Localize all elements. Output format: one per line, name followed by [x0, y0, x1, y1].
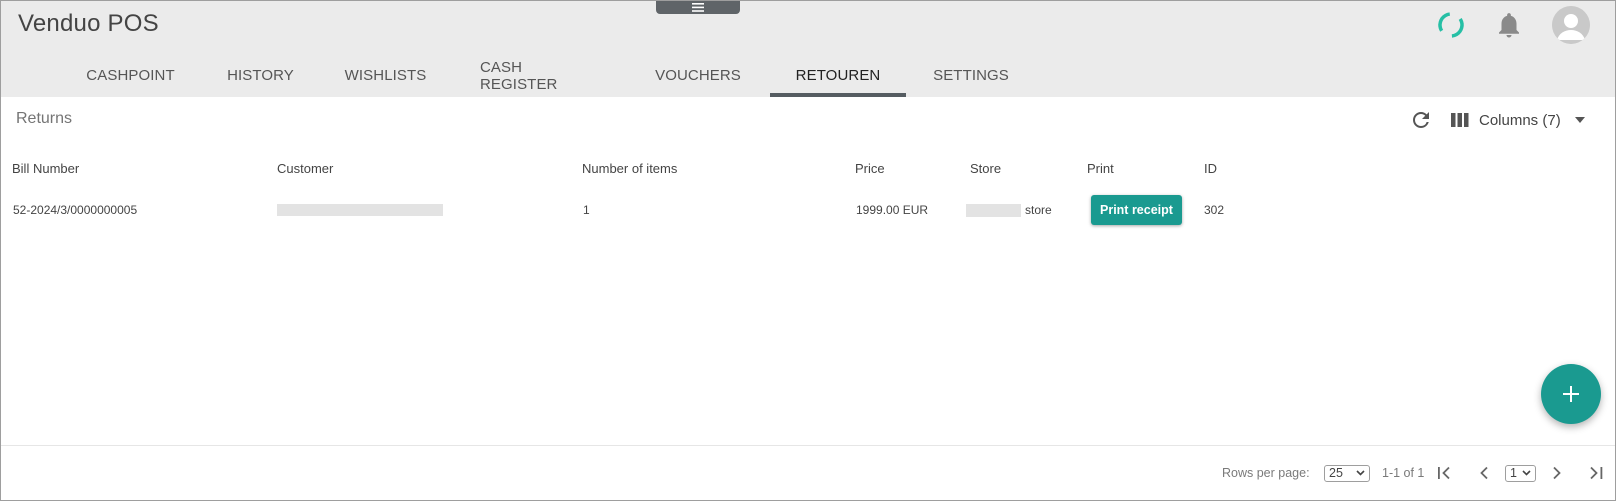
chevron-down-icon — [1356, 470, 1365, 476]
footer-divider — [1, 445, 1615, 446]
app-title: Venduo POS — [18, 10, 159, 37]
header-store[interactable]: Store — [970, 148, 1001, 188]
cell-number-of-items: 1 — [583, 203, 590, 217]
tab-cash-register[interactable]: CASH REGISTER — [452, 54, 626, 97]
tab-settings[interactable]: SETTINGS — [906, 54, 1036, 97]
pagination-bar: Rows per page: 25 1-1 of 1 1 — [1, 459, 1615, 487]
tab-retouren[interactable]: RETOUREN — [770, 54, 906, 97]
add-return-button[interactable] — [1541, 364, 1601, 424]
tab-vouchers[interactable]: VOUCHERS — [626, 54, 770, 97]
last-page-button[interactable] — [1588, 459, 1604, 487]
tab-cashpoint[interactable]: CASHPOINT — [59, 54, 202, 97]
first-page-icon — [1438, 466, 1450, 480]
next-page-button[interactable] — [1552, 459, 1562, 487]
tab-wishlists[interactable]: WISHLISTS — [319, 54, 452, 97]
store-suffix: store — [1025, 203, 1052, 217]
columns-icon — [1451, 113, 1469, 127]
header-number-of-items[interactable]: Number of items — [582, 148, 677, 188]
columns-button[interactable]: Columns (7) — [1451, 107, 1585, 133]
rows-per-page-select[interactable]: 25 — [1324, 464, 1370, 482]
caret-down-icon — [1574, 117, 1585, 123]
header-customer[interactable]: Customer — [277, 148, 333, 188]
bell-icon[interactable] — [1494, 10, 1524, 40]
cell-print: Print receipt — [1091, 190, 1182, 230]
cell-id: 302 — [1204, 203, 1225, 217]
page-value: 1 — [1510, 466, 1517, 480]
app-window: Venduo POS CASHPOINT HISTORY WISHLISTS C… — [0, 0, 1616, 501]
page-select[interactable]: 1 — [1505, 464, 1536, 482]
first-page-button[interactable] — [1437, 459, 1453, 487]
app-header: Venduo POS CASHPOINT HISTORY WISHLISTS C… — [1, 1, 1615, 97]
returns-table: Bill Number Customer Number of items Pri… — [1, 148, 1615, 230]
last-page-icon — [1590, 466, 1603, 480]
refresh-icon[interactable] — [1409, 108, 1433, 132]
user-avatar[interactable] — [1552, 6, 1590, 44]
cell-customer — [277, 190, 443, 230]
columns-label: Columns (7) — [1479, 111, 1561, 129]
table-header-row: Bill Number Customer Number of items Pri… — [1, 148, 1615, 188]
loading-spinner-icon — [1438, 12, 1464, 38]
rows-per-page-label: Rows per page: — [1222, 466, 1310, 480]
main-tabs: CASHPOINT HISTORY WISHLISTS CASH REGISTE… — [59, 54, 1036, 97]
rows-per-page-value: 25 — [1329, 466, 1343, 480]
header-print[interactable]: Print — [1087, 148, 1114, 188]
next-page-icon — [1553, 466, 1561, 480]
menu-handle[interactable] — [656, 1, 740, 14]
header-bill-number[interactable]: Bill Number — [12, 148, 79, 188]
print-receipt-button[interactable]: Print receipt — [1091, 195, 1182, 225]
section-title: Returns — [16, 110, 73, 127]
prev-page-button[interactable] — [1479, 459, 1489, 487]
redacted-store-name — [966, 203, 1021, 217]
avatar-icon — [1552, 6, 1590, 44]
prev-page-icon — [1480, 466, 1488, 480]
chevron-down-icon — [1522, 470, 1531, 476]
cell-store: store — [966, 190, 1052, 230]
cell-price: 1999.00 EUR — [856, 203, 929, 217]
menu-handle-icon — [692, 3, 704, 12]
header-id[interactable]: ID — [1204, 148, 1217, 188]
redacted-customer — [277, 204, 443, 216]
header-price[interactable]: Price — [855, 148, 885, 188]
cell-bill-number: 52-2024/3/0000000005 — [13, 203, 138, 217]
add-icon — [1563, 386, 1579, 402]
rows-per-page-select-wrap: 25 — [1324, 459, 1370, 487]
table-row[interactable]: 52-2024/3/0000000005 1 1999.00 EUR store… — [1, 190, 1615, 230]
page-select-wrap: 1 — [1505, 459, 1536, 487]
tab-history[interactable]: HISTORY — [202, 54, 319, 97]
range-text: 1-1 of 1 — [1382, 466, 1425, 480]
